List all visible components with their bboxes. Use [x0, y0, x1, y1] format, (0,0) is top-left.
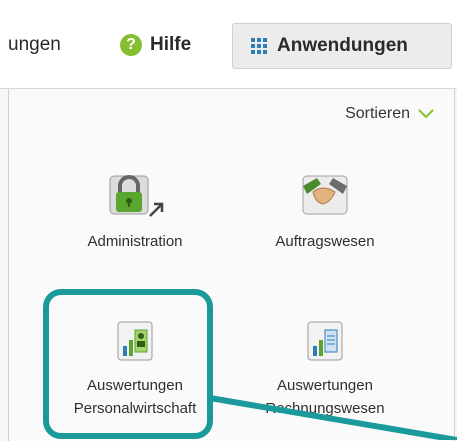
nav-item-partial-label: ungen [8, 34, 61, 55]
highlight-box [43, 289, 213, 439]
sort-button[interactable]: Sortieren [345, 105, 434, 123]
tile-administration-label: Administration [87, 233, 183, 250]
lock-icon [50, 168, 220, 222]
tile-auswertungen-rechnungswesen-line2: Rechnungswesen [265, 400, 385, 417]
chevron-down-icon [418, 109, 434, 119]
applications-label: Anwendungen [277, 35, 408, 56]
help-label: Hilfe [150, 34, 192, 55]
chart-ledger-icon [240, 312, 410, 366]
handshake-icon [240, 168, 410, 222]
grid-icon [251, 38, 267, 54]
applications-button[interactable]: Anwendungen [232, 23, 452, 69]
nav-item-partial[interactable]: ungen [8, 0, 61, 90]
tile-auswertungen-rechnungswesen[interactable]: Auswertungen Rechnungswesen [240, 312, 410, 420]
help-link[interactable]: ? Hilfe [120, 0, 191, 90]
tile-auftragswesen[interactable]: Auftragswesen [240, 168, 410, 253]
top-bar: ungen ? Hilfe Anwendungen [0, 0, 457, 90]
sort-label: Sortieren [345, 105, 410, 122]
tile-auftragswesen-label: Auftragswesen [275, 233, 375, 250]
tile-administration[interactable]: Administration [50, 168, 220, 253]
help-icon: ? [120, 34, 142, 56]
tile-auswertungen-rechnungswesen-line1: Auswertungen [277, 377, 373, 394]
